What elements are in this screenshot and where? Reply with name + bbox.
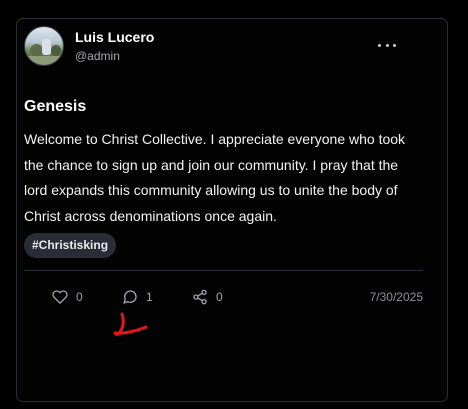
divider (24, 270, 423, 271)
author-name[interactable]: Luis Lucero (75, 29, 154, 46)
post-title: Genesis (24, 98, 87, 115)
more-options-icon[interactable] (378, 38, 396, 52)
like-button[interactable]: 0 (52, 287, 83, 307)
share-button[interactable]: 0 (192, 287, 223, 307)
heart-icon (52, 289, 68, 305)
comment-button[interactable]: 1 (122, 287, 153, 307)
share-icon (192, 289, 208, 305)
post-body: Welcome to Christ Collective. I apprecia… (24, 131, 406, 224)
hashtag-chip[interactable]: #Christisking (24, 233, 117, 258)
author-handle: @admin (75, 48, 120, 63)
share-count: 0 (216, 290, 223, 304)
comment-bubble-icon (122, 289, 138, 305)
red-annotation-mark (106, 312, 150, 343)
avatar[interactable] (24, 26, 64, 66)
like-count: 0 (76, 290, 83, 304)
post-date: 7/30/2025 (369, 290, 423, 304)
post-header: Luis Lucero @admin (24, 26, 154, 66)
comment-count: 1 (146, 290, 153, 304)
